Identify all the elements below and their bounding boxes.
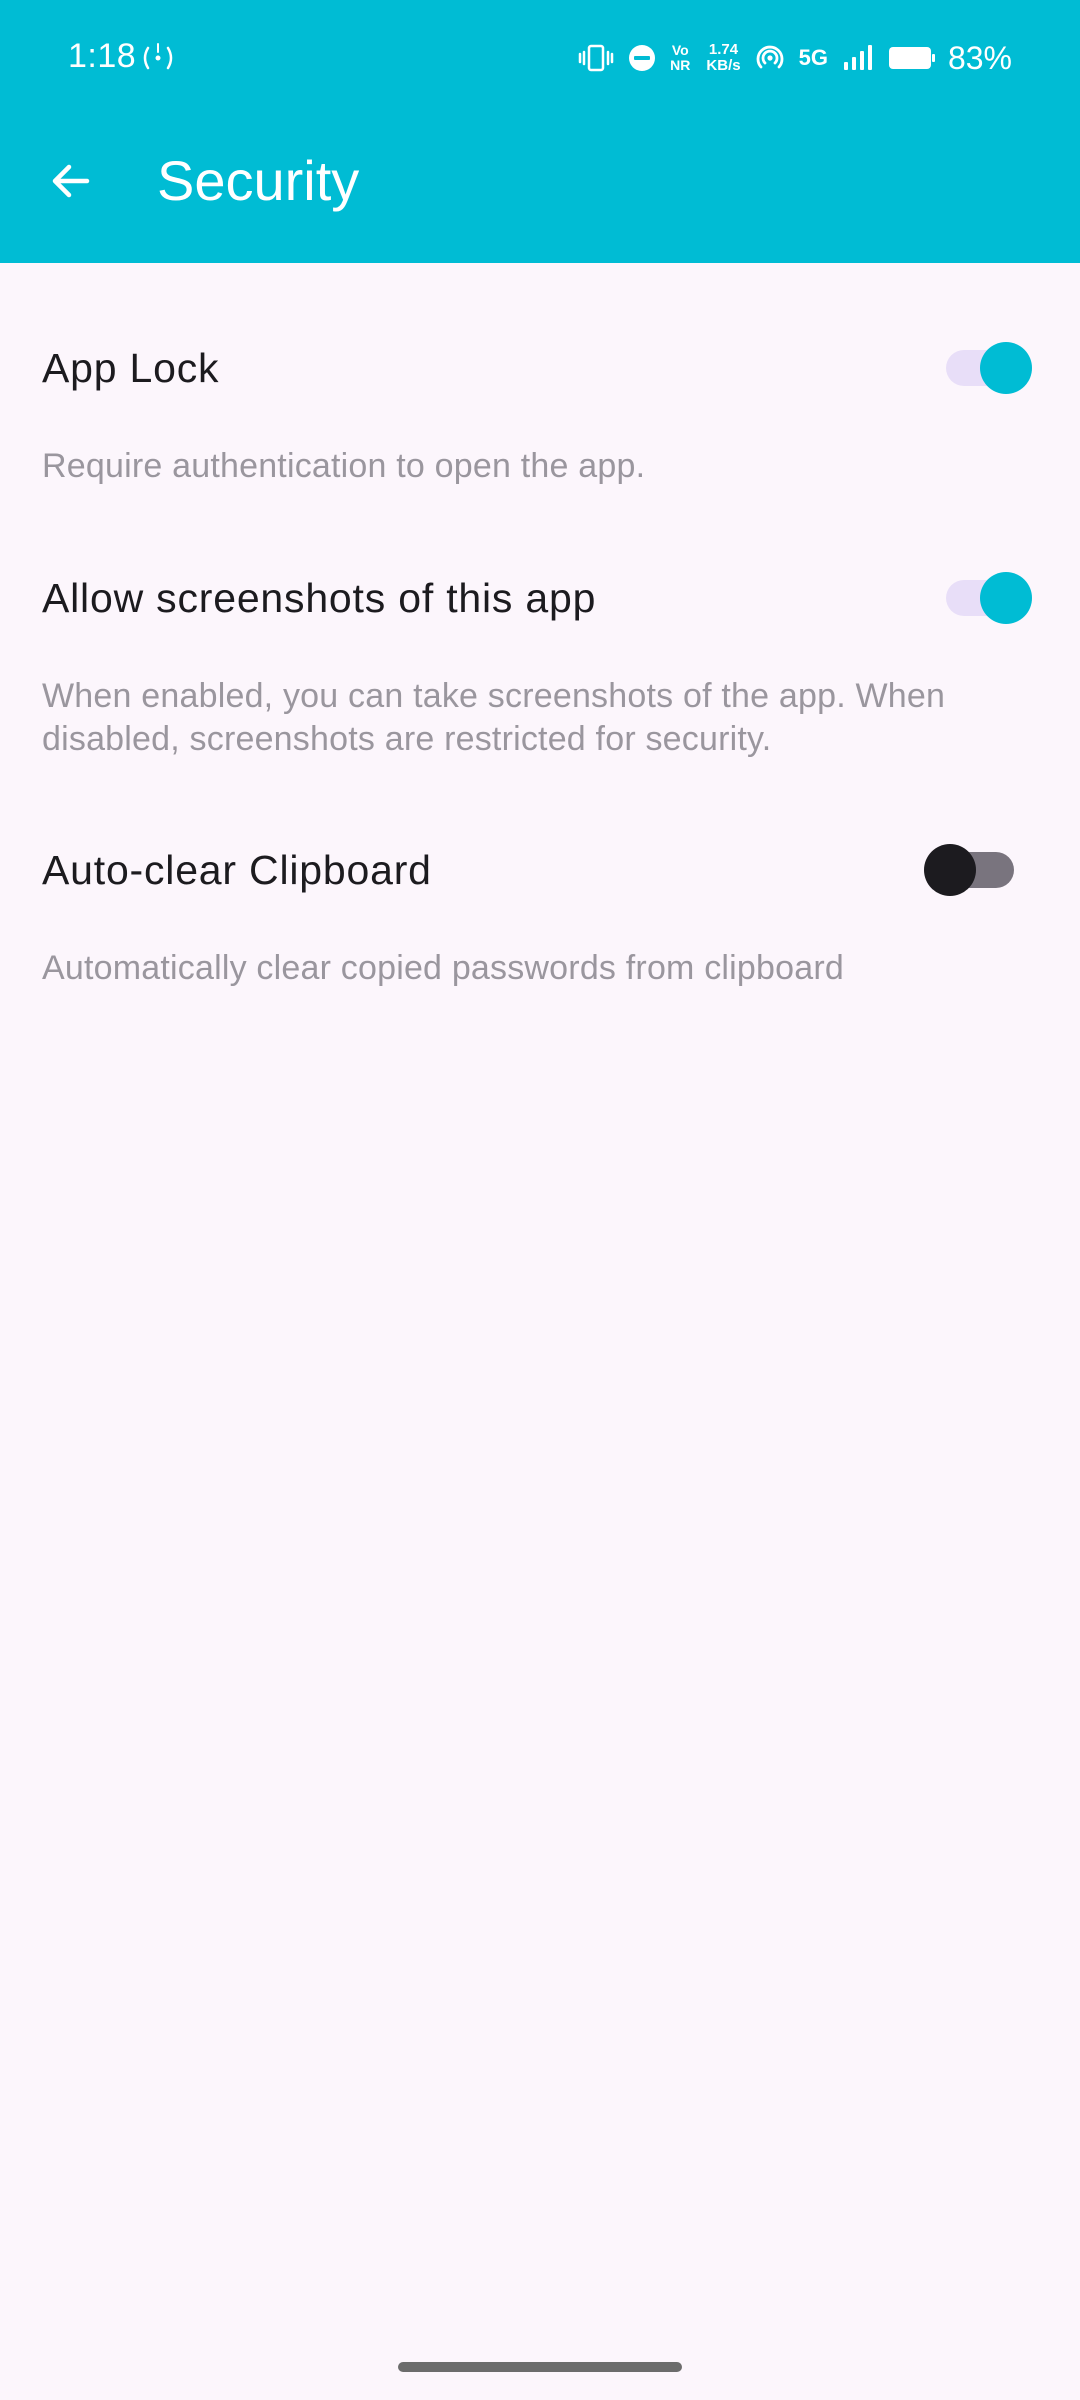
setting-title: App Lock <box>42 345 220 391</box>
hotspot-icon <box>143 43 173 70</box>
battery-icon <box>888 47 935 69</box>
network-speed: 1.74 KB/s <box>706 42 740 74</box>
switch-thumb <box>980 342 1032 394</box>
setting-description: Automatically clear copied passwords fro… <box>42 949 844 987</box>
vibrate-icon <box>578 44 614 72</box>
page-title: Security <box>157 149 360 212</box>
network-speed-value: 1.74 <box>708 41 739 58</box>
network-speed-unit: KB/s <box>706 57 741 74</box>
arrow-back-icon <box>52 164 90 198</box>
battery-percent: 83% <box>947 39 1012 76</box>
back-button[interactable] <box>36 146 106 216</box>
status-time: 1:18 <box>68 37 137 75</box>
setting-description: Require authentication to open the app. <box>42 447 646 485</box>
wifi-hotspot-icon <box>756 45 783 69</box>
home-indicator[interactable] <box>398 2362 682 2372</box>
network-type: 5G <box>798 45 828 70</box>
allow-screenshots-switch[interactable] <box>946 568 1036 628</box>
volte-bottom-text: NR <box>670 57 691 73</box>
status-icons: Vo NR 1.74 KB/s 5G 83% <box>564 30 1012 86</box>
auto-clear-clipboard-switch[interactable] <box>924 840 1018 900</box>
do-not-disturb-icon <box>629 45 656 71</box>
switch-thumb <box>980 572 1032 624</box>
volte-icon: Vo NR <box>670 43 690 73</box>
signal-icon <box>843 45 872 70</box>
app-lock-switch[interactable] <box>946 338 1036 398</box>
volte-top-text: Vo <box>671 42 689 58</box>
setting-title: Allow screenshots of this app <box>42 575 597 621</box>
setting-title: Auto-clear Clipboard <box>42 847 432 893</box>
switch-thumb <box>924 844 976 896</box>
status-bar: 1:18 Vo NR 1.74 KB/s 5G 83% <box>0 0 1080 118</box>
setting-description: When enabled, you can take screenshots o… <box>42 677 946 758</box>
app-bar: Security <box>0 118 1080 263</box>
